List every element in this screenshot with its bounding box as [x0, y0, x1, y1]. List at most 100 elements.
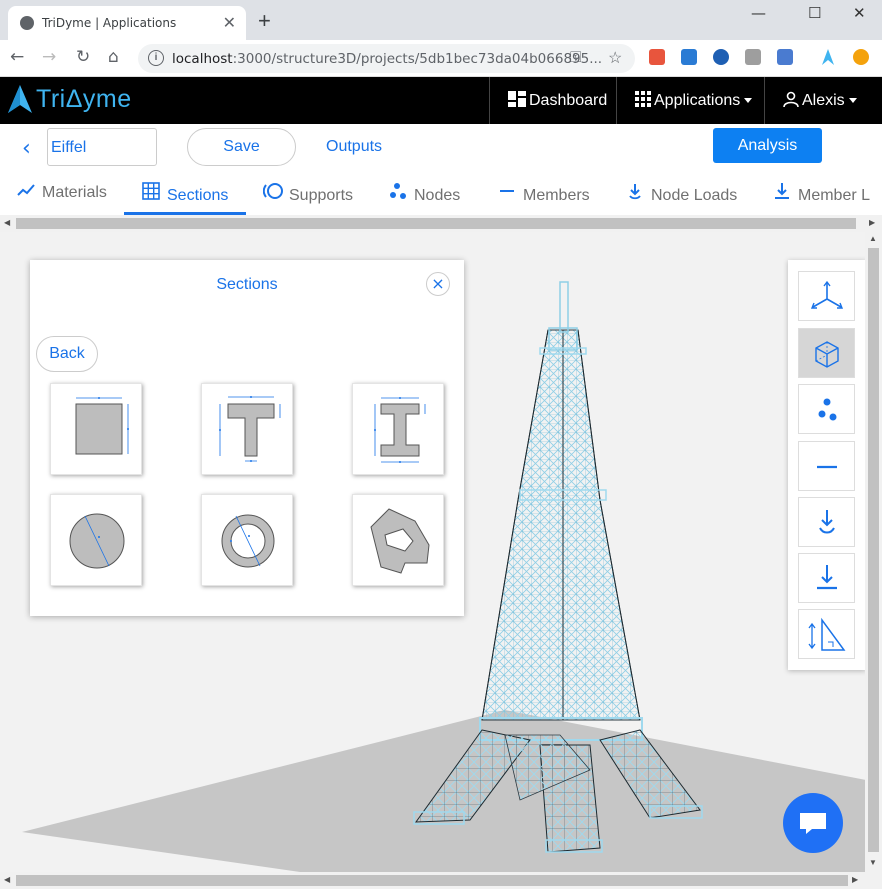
member-load-icon	[772, 182, 792, 204]
dashboard-icon	[508, 79, 526, 107]
tab-sections[interactable]: Sections	[141, 182, 228, 205]
polygon-section-button[interactable]	[352, 494, 444, 586]
scrollbar-thumb[interactable]	[16, 875, 848, 886]
tridyme-logo-icon[interactable]	[7, 85, 33, 115]
tab-materials[interactable]: Materials	[16, 182, 107, 202]
extension-icon[interactable]	[713, 49, 729, 65]
scrollbar-thumb[interactable]	[868, 248, 879, 852]
project-name-input[interactable]: Eiffel	[47, 128, 157, 166]
key-icon[interactable]: ⚿	[570, 49, 581, 66]
apps-grid-icon	[635, 79, 651, 107]
address-bar[interactable]: i localhost:3000/structure3D/projects/5d…	[138, 44, 635, 73]
hollow-circle-section-icon	[221, 514, 275, 568]
extension-icon[interactable]	[649, 49, 665, 65]
back-icon[interactable]: ←	[10, 47, 24, 67]
vertical-scrollbar[interactable]: ▲ ▼	[865, 232, 882, 872]
project-bar: ‹ Eiffel Save Outputs Analysis	[0, 124, 882, 170]
new-tab-icon[interactable]: +	[258, 8, 271, 34]
brand-name[interactable]: TriΔyme	[36, 85, 132, 114]
home-icon[interactable]: ⌂	[108, 47, 119, 67]
scroll-up-icon[interactable]: ▲	[869, 234, 877, 243]
scroll-down-icon[interactable]: ▼	[869, 858, 877, 867]
node-load-icon	[819, 510, 835, 534]
nodes-icon	[818, 398, 837, 421]
save-button[interactable]: Save	[187, 128, 296, 166]
analysis-button[interactable]: Analysis	[713, 128, 822, 163]
bookmark-star-icon[interactable]: ☆	[608, 48, 622, 68]
tab-label: Materials	[42, 184, 107, 201]
app-header: TriΔyme Dashboard Applications Alexis	[0, 77, 882, 124]
outputs-link[interactable]: Outputs	[326, 138, 382, 156]
hollow-circle-section-button[interactable]	[201, 494, 293, 586]
scroll-right-icon[interactable]: ▶	[869, 218, 875, 227]
url-path: :3000/structure3D/projects/5db1bec73da04…	[232, 51, 603, 67]
rectangle-section-button[interactable]	[50, 383, 142, 475]
info-icon[interactable]: i	[148, 50, 164, 66]
extension-icon[interactable]	[777, 49, 793, 65]
user-icon	[783, 79, 799, 108]
i-section-button[interactable]	[352, 383, 444, 475]
scroll-right-icon[interactable]: ▶	[852, 875, 858, 884]
close-icon[interactable]: ×	[426, 272, 450, 296]
url-host: localhost	[172, 51, 233, 67]
tab-nodes[interactable]: Nodes	[388, 182, 460, 205]
t-section-icon	[219, 396, 281, 462]
reload-icon[interactable]: ↻	[76, 47, 90, 67]
members-view-button[interactable]	[798, 441, 855, 491]
scroll-left-icon[interactable]: ◀	[4, 875, 10, 884]
maximize-icon[interactable]: ☐	[808, 4, 821, 22]
tridyme-extension-icon[interactable]	[820, 49, 836, 65]
applications-label: Applications	[654, 92, 741, 109]
module-tabs: Materials Sections Supports Nodes Member…	[0, 170, 882, 215]
tabs-scrollbar[interactable]: ◀ ▶	[0, 215, 882, 232]
nodes-view-button[interactable]	[798, 384, 855, 434]
chevron-down-icon	[744, 98, 753, 104]
axes-button[interactable]	[798, 271, 855, 321]
t-section-button[interactable]	[201, 383, 293, 475]
tab-member-loads[interactable]: Member L	[772, 182, 870, 205]
window-close-icon[interactable]: ✕	[853, 4, 866, 22]
node-load-icon	[625, 182, 645, 204]
scrollbar-thumb[interactable]	[16, 218, 856, 229]
i-section-icon	[374, 397, 426, 463]
axes-icon	[810, 280, 844, 309]
forward-icon[interactable]: →	[42, 47, 56, 67]
extension-icon[interactable]	[745, 49, 761, 65]
dashboard-link[interactable]: Dashboard	[489, 77, 622, 124]
member-load-icon	[817, 565, 837, 590]
back-button[interactable]: Back	[36, 336, 98, 372]
browser-tab-title: TriDyme | Applications	[42, 16, 177, 30]
close-tab-icon[interactable]: ✕	[223, 13, 236, 33]
support-icon	[262, 182, 283, 204]
chat-button[interactable]	[783, 793, 843, 853]
nodes-icon	[388, 182, 408, 204]
circle-section-icon	[69, 513, 125, 569]
browser-tab-bar: TriDyme | Applications ✕ + — ☐ ✕	[0, 0, 882, 40]
member-loads-view-button[interactable]	[798, 553, 855, 603]
view-toolbar	[788, 260, 866, 670]
horizontal-scrollbar[interactable]: ◀ ▶	[0, 872, 882, 889]
chart-line-icon	[16, 182, 36, 201]
node-loads-view-button[interactable]	[798, 497, 855, 547]
user-menu[interactable]: Alexis	[764, 77, 882, 124]
scroll-left-icon[interactable]: ◀	[4, 218, 10, 227]
browser-tab[interactable]: TriDyme | Applications ✕	[8, 6, 246, 40]
tab-members[interactable]: Members	[497, 182, 590, 205]
tab-label: Node Loads	[651, 187, 738, 204]
chevron-left-icon[interactable]: ‹	[22, 136, 31, 161]
tab-supports[interactable]: Supports	[262, 182, 353, 205]
circle-section-button[interactable]	[50, 494, 142, 586]
sections-panel: Sections × Back	[30, 260, 464, 616]
tab-label: Members	[523, 187, 590, 204]
dimensions-view-button[interactable]	[798, 609, 855, 659]
member-icon	[817, 465, 837, 469]
extension-icon[interactable]	[681, 49, 697, 65]
minimize-icon[interactable]: —	[751, 4, 766, 22]
panel-title: Sections	[216, 276, 278, 293]
applications-menu[interactable]: Applications	[616, 77, 764, 124]
cube-view-button[interactable]	[798, 328, 855, 378]
tab-node-loads[interactable]: Node Loads	[625, 182, 737, 205]
extension-icon[interactable]	[853, 49, 869, 65]
dimension-icon	[808, 617, 846, 651]
grid-icon	[141, 182, 161, 204]
